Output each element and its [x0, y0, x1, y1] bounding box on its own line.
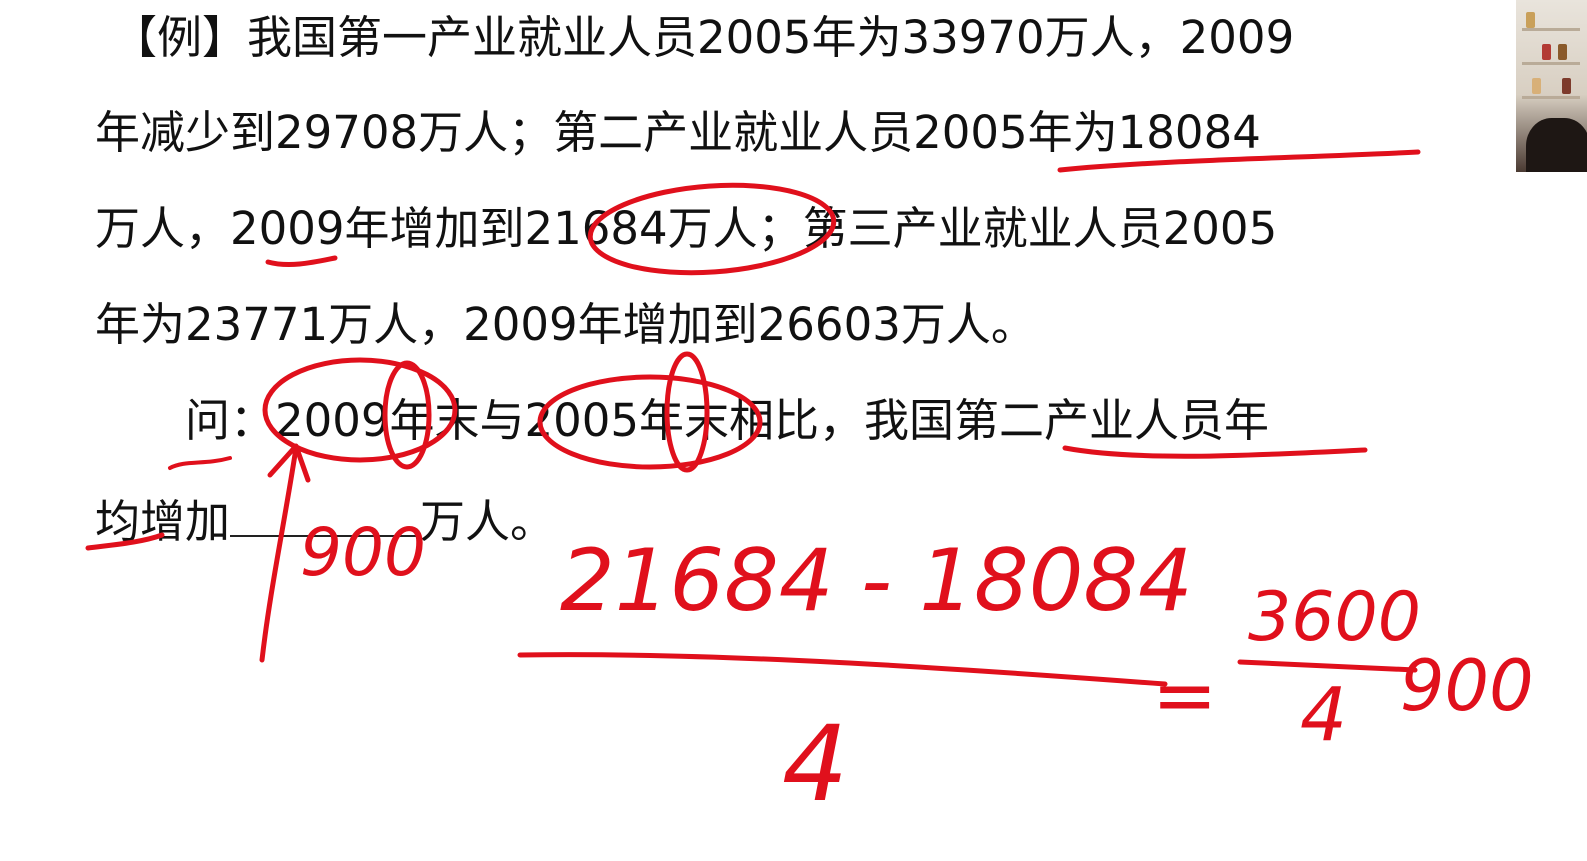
question-unit: 万人。: [420, 495, 556, 548]
problem-line-4: 年为23771万人，2009年增加到26603万人。: [95, 298, 1036, 351]
question-line: 问：2009年末与2005年末相比，我国第二产业人员年: [185, 394, 1270, 447]
problem-line-3: 万人，2009年增加到21684万人；第三产业就业人员2005: [95, 202, 1278, 255]
question-continuation: 均增加: [95, 495, 231, 548]
problem-line-1: 【例】我国第一产业就业人员2005年为33970万人，2009: [112, 11, 1295, 64]
problem-line-2: 年减少到29708万人；第二产业就业人员2005年为18084: [95, 106, 1261, 159]
question-line-end: 均增加 万人。: [95, 495, 555, 544]
answer-blank: [230, 495, 421, 537]
lecture-slide: 【例】我国第一产业就业人员2005年为33970万人，2009 年减少到2970…: [0, 0, 1587, 861]
webcam-thumbnail: [1516, 0, 1587, 172]
